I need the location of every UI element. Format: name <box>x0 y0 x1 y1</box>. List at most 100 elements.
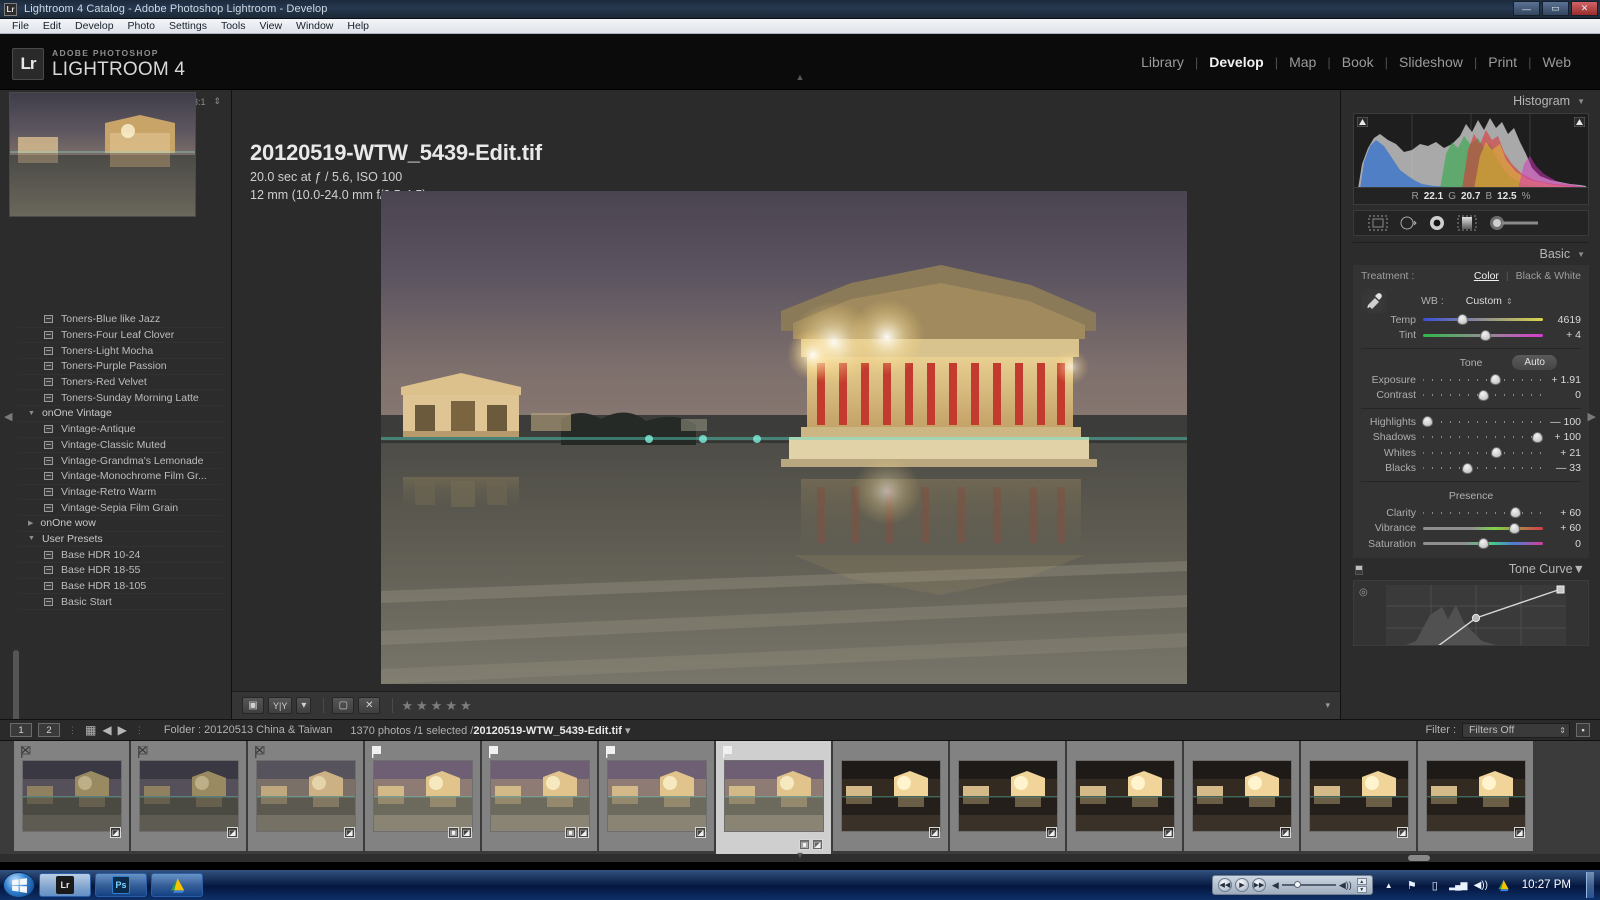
flag-pick-button[interactable]: ▢ <box>332 697 354 714</box>
filmstrip-thumbnail[interactable]: ◪ <box>1301 741 1417 851</box>
crop-tool-icon[interactable] <box>1368 215 1388 231</box>
navigator-preview[interactable] <box>9 92 196 217</box>
slider-value-blacks[interactable]: — 33 <box>1543 462 1581 474</box>
preset-group[interactable]: ▼onOne Vintage <box>18 406 223 422</box>
signal-strength-icon[interactable]: ▂▄▆ <box>1451 878 1465 892</box>
flag-reject-icon[interactable] <box>255 745 265 757</box>
slider-value-whites[interactable]: + 21 <box>1543 447 1581 459</box>
before-after-dropdown[interactable]: ▾ <box>296 697 311 714</box>
network-flag-icon[interactable]: ⚑ <box>1405 878 1419 892</box>
toolbar-expand-caret[interactable]: ▾ <box>1325 700 1330 711</box>
preset-item[interactable]: Vintage-Monochrome Film Gr... <box>18 469 223 485</box>
maximize-button[interactable]: ▭ <box>1542 1 1569 16</box>
volume-icon[interactable]: ◀)) <box>1474 878 1488 892</box>
top-panel-toggle[interactable]: ▲ <box>796 72 805 82</box>
preset-item[interactable]: Toners-Four Leaf Clover <box>18 328 223 344</box>
slider-knob-highlights[interactable] <box>1422 416 1433 427</box>
white-balance-selector-icon[interactable] <box>1361 289 1387 313</box>
screen-1-button[interactable]: 1 <box>10 723 32 737</box>
filmstrip-thumbnail[interactable]: ◪ <box>14 741 130 851</box>
histogram-graph[interactable] <box>1353 113 1589 188</box>
slider-track-vibrance[interactable] <box>1423 523 1543 534</box>
slider-track-whites[interactable] <box>1423 447 1543 458</box>
media-previous-button[interactable]: ◀◀ <box>1218 878 1232 892</box>
filmstrip-scroll-thumb[interactable] <box>1408 855 1430 861</box>
before-after-button[interactable]: Y|Y <box>268 697 292 714</box>
preset-item[interactable]: Vintage-Grandma's Lemonade <box>18 453 223 469</box>
treatment-bw-option[interactable]: Black & White <box>1516 270 1581 282</box>
develop-badge-icon[interactable]: ◪ <box>227 827 238 838</box>
flag-reject-button[interactable]: ✕ <box>358 697 380 714</box>
develop-badge-icon[interactable]: ◪ <box>1280 827 1291 838</box>
menu-item-settings[interactable]: Settings <box>162 19 214 33</box>
module-web[interactable]: Web <box>1531 54 1582 70</box>
preset-item[interactable]: Vintage-Classic Muted <box>18 438 223 454</box>
rating-stars[interactable]: ★★★★★ <box>401 698 474 714</box>
crop-badge-icon[interactable]: ▣ <box>799 839 810 850</box>
flag-pick-icon[interactable] <box>489 745 499 757</box>
flag-pick-icon[interactable] <box>723 745 733 757</box>
wb-value[interactable]: Custom <box>1466 295 1502 307</box>
slider-knob-contrast[interactable] <box>1478 390 1489 401</box>
minimize-button[interactable]: — <box>1513 1 1540 16</box>
selected-file-name[interactable]: 20120519-WTW_5439-Edit.tif <box>473 725 622 737</box>
filter-flag-button[interactable]: ▪ <box>1576 723 1590 737</box>
slider-track-contrast[interactable] <box>1423 390 1543 401</box>
start-button[interactable] <box>3 872 35 898</box>
file-dropdown-caret[interactable]: ▾ <box>625 725 631 737</box>
red-eye-tool-icon[interactable] <box>1428 215 1446 231</box>
slider-value-tint[interactable]: + 4 <box>1543 329 1581 341</box>
develop-badge-icon[interactable]: ◪ <box>1514 827 1525 838</box>
preset-item[interactable]: Base HDR 18-55 <box>18 563 223 579</box>
filmstrip-thumbnail[interactable]: ▣◪ <box>482 741 598 851</box>
filmstrip-thumbnail[interactable]: ◪ <box>131 741 247 851</box>
battery-icon[interactable]: ▯ <box>1428 878 1442 892</box>
main-photo-container[interactable] <box>381 191 1187 684</box>
filmstrip-thumbnail[interactable]: ▣◪ <box>365 741 481 851</box>
slider-knob-whites[interactable] <box>1491 447 1502 458</box>
slider-knob-clarity[interactable] <box>1510 507 1521 518</box>
menu-item-file[interactable]: File <box>5 19 36 33</box>
targeted-adjustment-tool-icon[interactable]: ◎ <box>1359 587 1368 598</box>
module-slideshow[interactable]: Slideshow <box>1388 54 1474 70</box>
preset-item[interactable]: Toners-Red Velvet <box>18 375 223 391</box>
basic-panel-header[interactable]: Basic ▼ <box>1353 243 1589 265</box>
taskbar-app-google-drive[interactable] <box>151 873 203 897</box>
slider-track-clarity[interactable] <box>1423 507 1543 518</box>
left-panel-scrollbar[interactable] <box>13 650 19 722</box>
slider-track-tint[interactable] <box>1423 330 1543 341</box>
show-hidden-icons-icon[interactable]: ▲ <box>1382 878 1396 892</box>
preset-item[interactable]: Toners-Blue like Jazz <box>18 312 223 328</box>
wb-stepper-icon[interactable]: ⇕ <box>1506 297 1513 306</box>
develop-badge-icon[interactable]: ◪ <box>461 827 472 838</box>
menu-item-window[interactable]: Window <box>289 19 340 33</box>
filter-stepper-icon[interactable]: ⇕ <box>1559 726 1566 735</box>
menu-item-edit[interactable]: Edit <box>36 19 68 33</box>
module-develop[interactable]: Develop <box>1198 54 1274 70</box>
close-button[interactable]: ✕ <box>1571 1 1598 16</box>
go-forward-icon[interactable]: ▶ <box>118 723 127 737</box>
flag-pick-icon[interactable] <box>606 745 616 757</box>
filter-preset-select[interactable]: Filters Off ⇕ <box>1462 723 1570 738</box>
preset-item[interactable]: Basic Start <box>18 594 223 610</box>
crop-badge-icon[interactable]: ▣ <box>565 827 576 838</box>
filmstrip-thumbnail[interactable]: ◪ <box>1184 741 1300 851</box>
presets-list[interactable]: Toners-Blue like JazzToners-Four Leaf Cl… <box>18 312 223 712</box>
preset-item[interactable]: Vintage-Retro Warm <box>18 485 223 501</box>
slider-knob-blacks[interactable] <box>1462 463 1473 474</box>
crop-badge-icon[interactable]: ▣ <box>448 827 459 838</box>
chevron-right-icon[interactable]: ▶ <box>28 519 33 527</box>
module-map[interactable]: Map <box>1278 54 1327 70</box>
preset-item[interactable]: Vintage-Antique <box>18 422 223 438</box>
flag-reject-icon[interactable] <box>138 745 148 757</box>
filmstrip-collapse-arrow[interactable]: ▼ <box>796 850 805 860</box>
left-panel-collapse-arrow[interactable]: ◀ <box>4 410 12 423</box>
slider-track-temp[interactable] <box>1423 314 1543 325</box>
menu-item-photo[interactable]: Photo <box>121 19 162 33</box>
histogram-header[interactable]: Histogram ▼ <box>1353 90 1589 112</box>
google-drive-tray-icon[interactable] <box>1497 878 1511 892</box>
tone-curve-header[interactable]: Tone Curve ▼ <box>1353 558 1589 580</box>
highlight-clipping-indicator[interactable] <box>1574 117 1585 127</box>
taskbar-clock[interactable]: 10:27 PM <box>1522 879 1571 891</box>
slider-knob-tint[interactable] <box>1480 330 1491 341</box>
